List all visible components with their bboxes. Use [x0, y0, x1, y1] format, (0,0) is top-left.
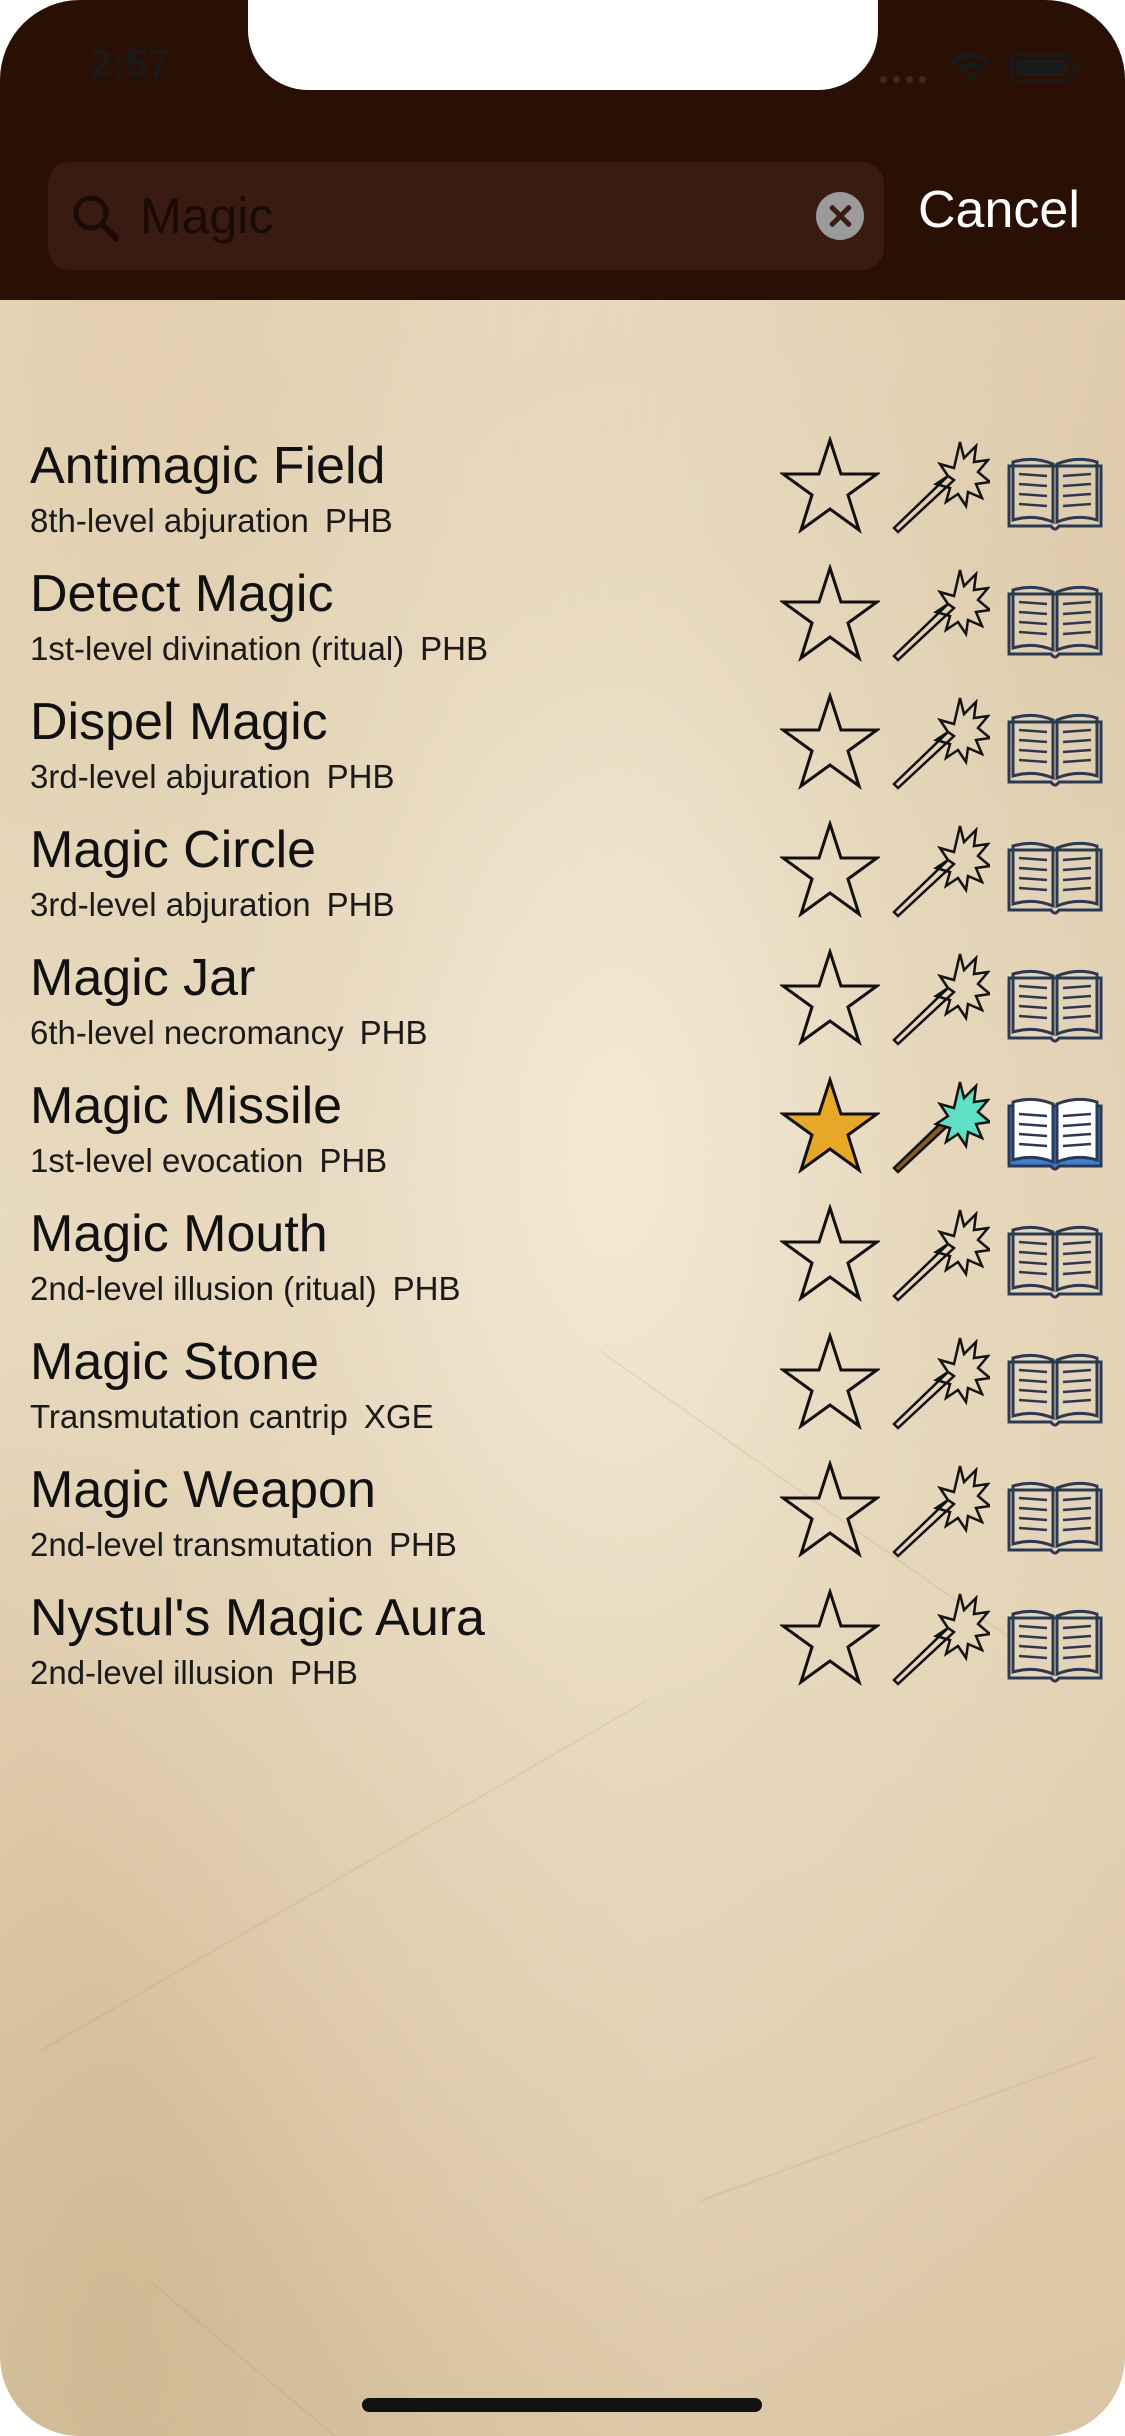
prepared-wand-icon[interactable]: [890, 1460, 990, 1560]
known-spellbook-icon[interactable]: [1005, 702, 1105, 802]
spell-level-school: 6th-level necromancy: [30, 1014, 344, 1051]
spell-name: Magic Circle: [30, 821, 317, 879]
cancel-button[interactable]: Cancel: [918, 180, 1080, 240]
spell-row[interactable]: Magic Circle 3rd-level abjuration PHB: [0, 820, 1125, 948]
spell-level-school: 1st-level divination (ritual): [30, 630, 405, 667]
spell-row[interactable]: Magic Jar 6th-level necromancy PHB: [0, 948, 1125, 1076]
clear-search-icon[interactable]: [816, 192, 864, 240]
prepared-wand-icon[interactable]: [890, 820, 990, 920]
spell-row[interactable]: Dispel Magic 3rd-level abjuration PHB: [0, 692, 1125, 820]
spell-name: Magic Missile: [30, 1077, 343, 1135]
known-spellbook-icon[interactable]: [1005, 1086, 1105, 1186]
spell-name: Nystul's Magic Aura: [30, 1589, 485, 1647]
spell-source: PHB: [319, 1142, 388, 1179]
spell-row[interactable]: Magic Mouth 2nd-level illusion (ritual) PH…: [0, 1204, 1125, 1332]
spell-row[interactable]: Magic Stone Transmutation cantrip XGE: [0, 1332, 1125, 1460]
spell-meta: 3rd-level abjuration PHB: [30, 886, 395, 924]
known-spellbook-icon[interactable]: [1005, 1598, 1105, 1698]
prepared-wand-icon[interactable]: [890, 1076, 990, 1176]
known-spellbook-icon[interactable]: [1005, 446, 1105, 546]
favorite-star-icon[interactable]: [780, 1076, 880, 1176]
favorite-star-icon[interactable]: [780, 436, 880, 536]
spell-row[interactable]: Antimagic Field 8th-level abjuration PHB: [0, 436, 1125, 564]
spell-name: Magic Weapon: [30, 1461, 376, 1519]
spell-level-school: 2nd-level illusion (ritual): [30, 1270, 377, 1307]
spell-source: PHB: [326, 886, 395, 923]
known-spellbook-icon[interactable]: [1005, 574, 1105, 674]
spell-meta: Transmutation cantrip XGE: [30, 1398, 434, 1436]
spell-level-school: 2nd-level transmutation: [30, 1526, 374, 1563]
spell-meta: 2nd-level illusion (ritual) PHB: [30, 1270, 461, 1308]
spell-level-school: 3rd-level abjuration: [30, 758, 311, 795]
spell-source: PHB: [324, 502, 393, 539]
known-spellbook-icon[interactable]: [1005, 958, 1105, 1058]
spell-level-school: 2nd-level illusion: [30, 1654, 274, 1691]
status-time: 2:57: [90, 42, 171, 86]
search-icon: [73, 195, 119, 241]
spell-meta: 3rd-level abjuration PHB: [30, 758, 395, 796]
favorite-star-icon[interactable]: [780, 1588, 880, 1688]
search-input[interactable]: [140, 184, 840, 248]
spell-source: PHB: [420, 630, 489, 667]
prepared-wand-icon[interactable]: [890, 948, 990, 1048]
search-field[interactable]: [48, 162, 884, 270]
spell-level-school: Transmutation cantrip: [30, 1398, 348, 1435]
spell-source: PHB: [392, 1270, 461, 1307]
device-notch: [248, 0, 878, 90]
known-spellbook-icon[interactable]: [1005, 830, 1105, 930]
cellular-signal-icon: [880, 70, 932, 88]
spell-level-school: 3rd-level abjuration: [30, 886, 311, 923]
spell-row[interactable]: Nystul's Magic Aura 2nd-level illusion PHB: [0, 1588, 1125, 1716]
spell-meta: 1st-level divination (ritual) PHB: [30, 630, 488, 668]
spell-row[interactable]: Detect Magic 1st-level divination (ritual…: [0, 564, 1125, 692]
spell-source: PHB: [389, 1526, 457, 1563]
spell-row[interactable]: Magic Missile 1st-level evocation PHB: [0, 1076, 1125, 1204]
spell-name: Detect Magic: [30, 565, 334, 623]
prepared-wand-icon[interactable]: [890, 692, 990, 792]
status-icons: [880, 48, 1110, 88]
favorite-star-icon[interactable]: [780, 692, 880, 792]
known-spellbook-icon[interactable]: [1005, 1342, 1105, 1442]
spell-name: Dispel Magic: [30, 693, 328, 751]
spell-source: XGE: [363, 1398, 434, 1435]
favorite-star-icon[interactable]: [780, 1204, 880, 1304]
spell-meta: 1st-level evocation PHB: [30, 1142, 387, 1180]
known-spellbook-icon[interactable]: [1005, 1470, 1105, 1570]
favorite-star-icon[interactable]: [780, 564, 880, 664]
spell-meta: 2nd-level transmutation PHB: [30, 1526, 457, 1564]
spell-row[interactable]: Magic Weapon 2nd-level transmutation PHB: [0, 1460, 1125, 1588]
wifi-icon: [951, 53, 991, 82]
favorite-star-icon[interactable]: [780, 1460, 880, 1560]
spell-level-school: 8th-level abjuration: [30, 502, 309, 539]
spell-meta: 6th-level necromancy PHB: [30, 1014, 428, 1052]
home-indicator: [362, 2398, 762, 2412]
spell-name: Magic Stone: [30, 1333, 320, 1391]
prepared-wand-icon[interactable]: [890, 1204, 990, 1304]
spell-source: PHB: [289, 1654, 358, 1691]
spell-list: Antimagic Field 8th-level abjuration PHB De…: [0, 436, 1125, 1716]
spell-name: Magic Jar: [30, 949, 256, 1007]
spell-level-school: 1st-level evocation: [30, 1142, 304, 1179]
prepared-wand-icon[interactable]: [890, 436, 990, 536]
favorite-star-icon[interactable]: [780, 948, 880, 1048]
spell-meta: 2nd-level illusion PHB: [30, 1654, 358, 1692]
spell-source: PHB: [359, 1014, 428, 1051]
favorite-star-icon[interactable]: [780, 820, 880, 920]
known-spellbook-icon[interactable]: [1005, 1214, 1105, 1314]
spell-name: Magic Mouth: [30, 1205, 328, 1263]
app-screen: 2:57 Cancel Antimagic Field8th-level: [0, 0, 1125, 2436]
search-header: 2:57 Cancel: [0, 0, 1125, 300]
prepared-wand-icon[interactable]: [890, 1588, 990, 1688]
battery-icon: [1010, 54, 1080, 82]
prepared-wand-icon[interactable]: [890, 564, 990, 664]
spell-name: Antimagic Field: [30, 437, 386, 495]
favorite-star-icon[interactable]: [780, 1332, 880, 1432]
spell-meta: 8th-level abjuration PHB: [30, 502, 393, 540]
prepared-wand-icon[interactable]: [890, 1332, 990, 1432]
spell-source: PHB: [326, 758, 395, 795]
